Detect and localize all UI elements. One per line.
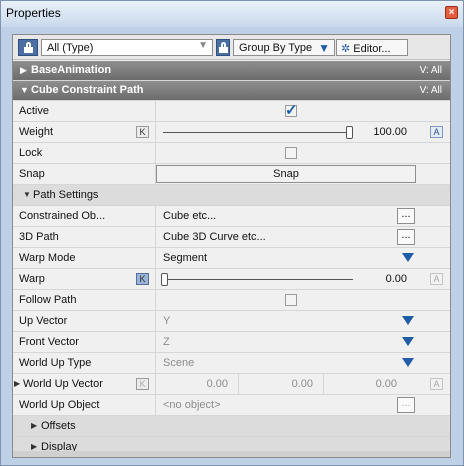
collapse-icon[interactable]: ▼	[20, 85, 29, 95]
lock-checkbox[interactable]	[285, 147, 297, 159]
property-label: Weight	[19, 126, 54, 138]
row-weight: Weight K 100.00 A	[13, 122, 450, 143]
property-label: World Up Vector	[23, 378, 103, 390]
close-icon[interactable]: ×	[445, 6, 458, 19]
property-label: World Up Type	[19, 357, 92, 369]
browse-button[interactable]: ...	[397, 208, 415, 224]
animate-button[interactable]: A	[430, 126, 443, 138]
active-checkbox[interactable]: ✓	[285, 102, 298, 119]
follow-path-checkbox[interactable]	[285, 294, 297, 306]
row-3d-path: 3D Path Cube 3D Curve etc... ...	[13, 227, 450, 248]
property-label: Warp	[19, 273, 45, 285]
checkmark-icon: ✓	[285, 102, 298, 119]
gear-icon: ✲	[341, 43, 351, 55]
warp-value[interactable]: 0.00	[357, 273, 407, 285]
dropdown-arrow-icon[interactable]	[402, 316, 414, 325]
row-constrained-object: Constrained Ob... Cube etc... ...	[13, 206, 450, 227]
section-cube-constraint-path[interactable]: ▼ Cube Constraint Path V: All	[13, 81, 450, 101]
section-base-animation[interactable]: ▶ BaseAnimation V: All	[13, 61, 450, 81]
section-label: BaseAnimation	[31, 64, 112, 76]
toolbar: All (Type) ▼ Group By Type ▼ ✲ Editor...	[13, 35, 450, 60]
row-warp-mode: Warp Mode Segment	[13, 248, 450, 269]
row-world-up-vector: ▶ World Up Vector K 0.00 0.00 0.00 A	[13, 374, 450, 395]
row-world-up-object: World Up Object <no object> ...	[13, 395, 450, 416]
key-button[interactable]: K	[136, 273, 149, 285]
property-label: 3D Path	[19, 231, 59, 243]
expand-icon[interactable]: ▶	[31, 442, 37, 451]
front-vector-value[interactable]: Z	[163, 336, 170, 348]
animate-button[interactable]: A	[430, 273, 443, 285]
3d-path-value: Cube 3D Curve etc...	[163, 231, 266, 243]
lock-icon[interactable]	[216, 39, 230, 56]
weight-value[interactable]: 100.00	[357, 126, 407, 138]
type-filter-select[interactable]: All (Type) ▼	[41, 39, 213, 56]
lock-icon[interactable]	[18, 39, 38, 56]
weight-slider-track[interactable]	[163, 132, 353, 133]
row-world-up-type: World Up Type Scene	[13, 353, 450, 374]
expand-icon[interactable]: ▶	[14, 379, 20, 388]
chevron-down-icon: ▼	[198, 40, 208, 51]
warp-slider-thumb[interactable]	[161, 273, 168, 286]
group-path-settings[interactable]: ▼ Path Settings	[13, 185, 450, 206]
group-label: Offsets	[41, 420, 76, 432]
property-label: Snap	[19, 168, 45, 180]
key-button[interactable]: K	[136, 126, 149, 138]
group-by-button[interactable]: Group By Type ▼	[233, 39, 335, 56]
property-label: Follow Path	[19, 294, 77, 306]
world-up-x-value[interactable]: 0.00	[178, 378, 228, 390]
panel-bottom	[13, 451, 450, 457]
section-label: Cube Constraint Path	[31, 84, 144, 96]
properties-window: Properties × All (Type) ▼ Group By Type …	[0, 0, 464, 466]
row-snap: Snap Snap	[13, 164, 450, 185]
title-bar[interactable]: Properties ×	[1, 1, 463, 27]
property-label: Constrained Ob...	[19, 210, 106, 222]
property-label: Lock	[19, 147, 43, 159]
browse-button[interactable]: ...	[397, 229, 415, 245]
chevron-down-icon: ▼	[318, 41, 330, 55]
row-active: Active ✓	[13, 101, 450, 122]
visibility-label: V: All	[419, 65, 442, 76]
key-button[interactable]: K	[136, 378, 149, 390]
world-up-object-value: <no object>	[163, 399, 221, 411]
up-vector-value[interactable]: Y	[163, 315, 170, 327]
property-grid: ▶ BaseAnimation V: All ▼ Cube Constraint…	[13, 61, 450, 457]
property-label: Front Vector	[19, 336, 79, 348]
world-up-z-value[interactable]: 0.00	[347, 378, 397, 390]
property-label: World Up Object	[19, 399, 100, 411]
world-up-y-value[interactable]: 0.00	[263, 378, 313, 390]
group-by-label: Group By Type	[239, 42, 313, 54]
weight-slider-thumb[interactable]	[346, 126, 353, 139]
group-offsets[interactable]: ▶ Offsets	[13, 416, 450, 437]
property-label: Up Vector	[19, 315, 68, 327]
expand-icon[interactable]: ▶	[20, 65, 27, 76]
dropdown-arrow-icon[interactable]	[402, 358, 414, 367]
row-lock: Lock	[13, 143, 450, 164]
animate-button[interactable]: A	[430, 378, 443, 390]
browse-button[interactable]: ...	[397, 397, 415, 413]
world-up-type-value[interactable]: Scene	[163, 357, 194, 369]
type-filter-value: All (Type)	[47, 42, 94, 54]
snap-button[interactable]: Snap	[156, 165, 416, 183]
property-label: Active	[19, 105, 49, 117]
dropdown-arrow-icon[interactable]	[402, 253, 414, 262]
property-label: Warp Mode	[19, 252, 76, 264]
collapse-icon[interactable]: ▼	[23, 190, 31, 199]
row-front-vector: Front Vector Z	[13, 332, 450, 353]
row-warp: Warp K 0.00 A	[13, 269, 450, 290]
dropdown-arrow-icon[interactable]	[402, 337, 414, 346]
row-up-vector: Up Vector Y	[13, 311, 450, 332]
editor-button[interactable]: ✲ Editor...	[336, 39, 408, 56]
constrained-object-value: Cube etc...	[163, 210, 217, 222]
visibility-label: V: All	[419, 85, 442, 96]
row-follow-path: Follow Path	[13, 290, 450, 311]
window-title: Properties	[6, 6, 61, 20]
editor-label: Editor...	[353, 43, 391, 55]
group-label: Path Settings	[33, 189, 99, 201]
properties-panel: All (Type) ▼ Group By Type ▼ ✲ Editor...…	[12, 34, 451, 458]
expand-icon[interactable]: ▶	[31, 421, 37, 430]
warp-mode-value[interactable]: Segment	[163, 252, 207, 264]
warp-slider-track[interactable]	[163, 279, 353, 280]
